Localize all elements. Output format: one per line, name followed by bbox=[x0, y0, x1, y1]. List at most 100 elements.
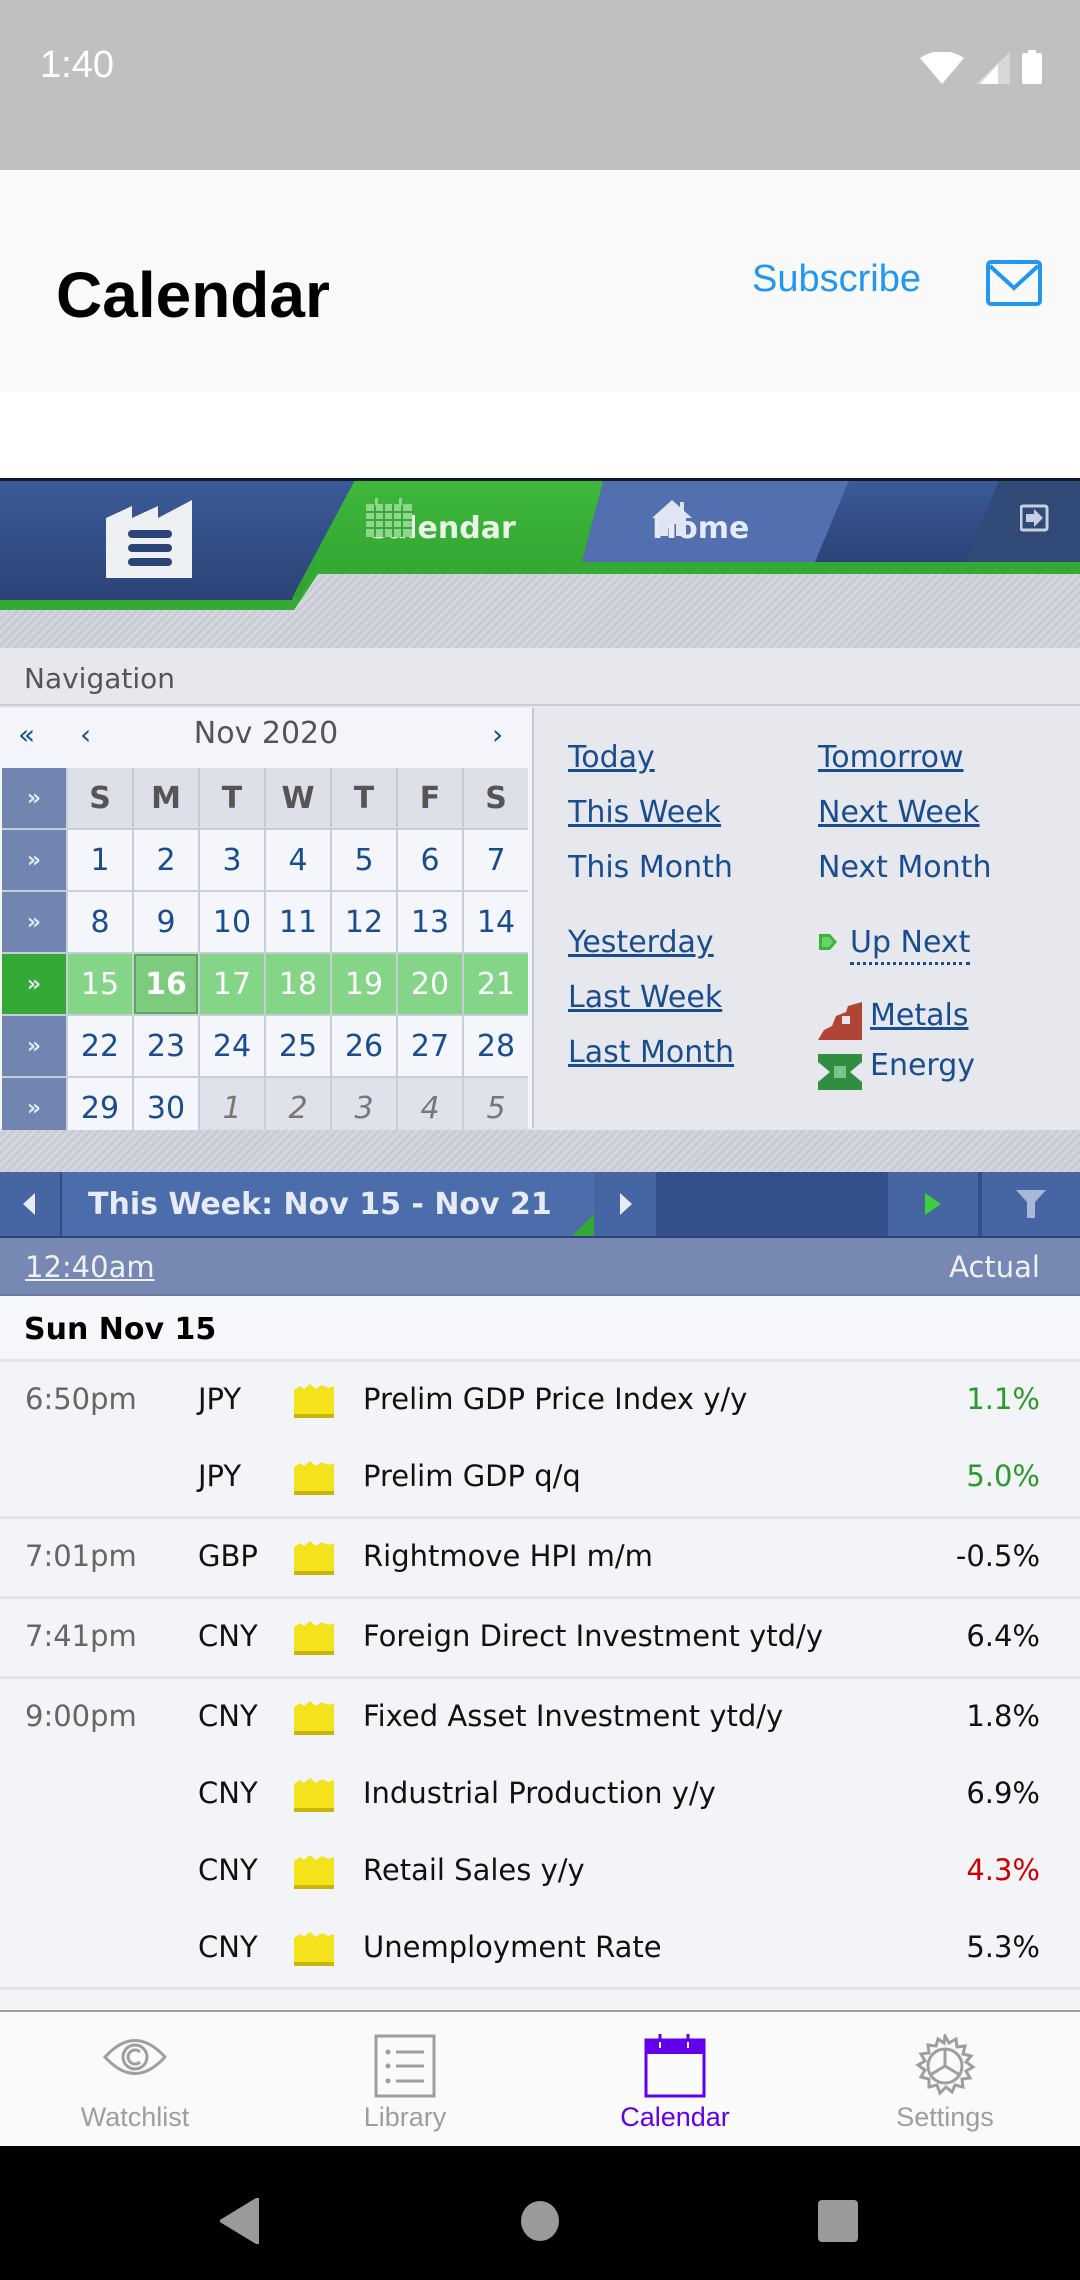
link-today[interactable]: Today bbox=[568, 740, 655, 775]
calendar-day[interactable]: 2 bbox=[266, 1078, 330, 1138]
calendar-day[interactable]: 11 bbox=[266, 892, 330, 952]
week-select-button[interactable]: » bbox=[2, 954, 66, 1014]
event-time: 6:50pm bbox=[25, 1382, 137, 1416]
calendar-day[interactable]: 19 bbox=[332, 954, 396, 1014]
prev-month-button[interactable]: ‹ bbox=[80, 718, 91, 751]
battery-icon bbox=[1022, 50, 1042, 84]
event-group: 11:30pmJPYRevised Industrial Production … bbox=[0, 1990, 1080, 2010]
system-nav-bar bbox=[0, 2146, 1080, 2280]
event-row[interactable]: 11:30pmJPYRevised Industrial Production … bbox=[0, 1990, 1080, 2010]
week-select-button[interactable]: » bbox=[2, 1016, 66, 1076]
event-row[interactable]: CNY Retail Sales y/y 4.3% bbox=[0, 1833, 1080, 1910]
subscribe-button[interactable]: Subscribe bbox=[752, 258, 921, 301]
current-time-link[interactable]: 12:40am bbox=[25, 1250, 155, 1284]
calendar-day[interactable]: 5 bbox=[332, 830, 396, 890]
event-actual-value: 1.8% bbox=[966, 1699, 1040, 1733]
calendar-day[interactable]: 3 bbox=[332, 1078, 396, 1138]
up-next-button[interactable] bbox=[888, 1172, 980, 1236]
calendar-day[interactable]: 7 bbox=[464, 830, 528, 890]
back-icon[interactable] bbox=[220, 2198, 260, 2244]
calendar-day[interactable]: 28 bbox=[464, 1016, 528, 1076]
calendar-day[interactable]: 17 bbox=[200, 954, 264, 1014]
event-actual-value: 1.1% bbox=[966, 1382, 1040, 1416]
navigation-panel: Navigation Nov 2020 « ‹ › » S M T W T F S» 1 2 3 4 5… bbox=[0, 648, 1080, 1138]
filter-button[interactable] bbox=[982, 1172, 1080, 1236]
calendar-day-today[interactable]: 16 bbox=[134, 954, 198, 1014]
nav-watchlist[interactable]: Watchlist bbox=[0, 2012, 270, 2146]
link-last-week[interactable]: Last Week bbox=[568, 980, 722, 1015]
event-row[interactable]: 7:41pm CNY Foreign Direct Investment ytd/y… bbox=[0, 1599, 1080, 1676]
calendar-day[interactable]: 30 bbox=[134, 1078, 198, 1138]
house-icon bbox=[652, 500, 692, 536]
link-next-month[interactable]: Next Month bbox=[818, 850, 991, 885]
calendar-day[interactable]: 4 bbox=[398, 1078, 462, 1138]
weekday-header: T bbox=[332, 768, 396, 828]
calendar-day[interactable]: 10 bbox=[200, 892, 264, 952]
link-last-month[interactable]: Last Month bbox=[568, 1035, 734, 1070]
link-tomorrow[interactable]: Tomorrow bbox=[818, 740, 964, 775]
calendar-day[interactable]: 25 bbox=[266, 1016, 330, 1076]
event-row[interactable]: 9:00pm CNY Fixed Asset Investment ytd/y 1.8… bbox=[0, 1679, 1080, 1756]
tab-home[interactable]: Home bbox=[652, 498, 749, 558]
calendar-day[interactable]: 1 bbox=[68, 830, 132, 890]
event-row[interactable]: 7:01pm GBP Rightmove HPI m/m -0.5% bbox=[0, 1519, 1080, 1596]
calendar-day[interactable]: 4 bbox=[266, 830, 330, 890]
calendar-day[interactable]: 13 bbox=[398, 892, 462, 952]
calendar-day[interactable]: 29 bbox=[68, 1078, 132, 1138]
calendar-day[interactable]: 12 bbox=[332, 892, 396, 952]
calendar-day[interactable]: 20 bbox=[398, 954, 462, 1014]
link-metals[interactable]: Metals bbox=[870, 998, 968, 1033]
triangle-left-icon bbox=[23, 1193, 35, 1215]
low-impact-folder-icon bbox=[294, 1461, 334, 1495]
calendar-day[interactable]: 14 bbox=[464, 892, 528, 952]
calendar-day[interactable]: 21 bbox=[464, 954, 528, 1014]
calendar-day[interactable]: 1 bbox=[200, 1078, 264, 1138]
event-row[interactable]: 6:50pm JPY Prelim GDP Price Index y/y 1.1% bbox=[0, 1362, 1080, 1439]
link-this-month[interactable]: This Month bbox=[568, 850, 733, 885]
nav-library[interactable]: Library bbox=[270, 2012, 540, 2146]
week-select-button[interactable]: » bbox=[2, 830, 66, 890]
next-month-button[interactable]: › bbox=[492, 718, 503, 751]
link-this-week[interactable]: This Week bbox=[568, 795, 721, 830]
link-energy[interactable]: Energy bbox=[870, 1048, 975, 1083]
calendar-day[interactable]: 6 bbox=[398, 830, 462, 890]
calendar-day[interactable]: 27 bbox=[398, 1016, 462, 1076]
factory-menu-icon bbox=[106, 500, 192, 578]
event-name: Fixed Asset Investment ytd/y bbox=[363, 1699, 784, 1733]
next-week-button[interactable] bbox=[594, 1172, 656, 1236]
calendar-day[interactable]: 15 bbox=[68, 954, 132, 1014]
recents-icon[interactable] bbox=[818, 2200, 858, 2242]
calendar-day[interactable]: 2 bbox=[134, 830, 198, 890]
first-month-button[interactable]: « bbox=[18, 718, 35, 751]
triangle-right-icon bbox=[620, 1193, 632, 1215]
mail-icon[interactable] bbox=[986, 260, 1042, 306]
calendar-day[interactable]: 18 bbox=[266, 954, 330, 1014]
event-currency: CNY bbox=[198, 1776, 258, 1810]
link-next-week[interactable]: Next Week bbox=[818, 795, 980, 830]
link-up-next[interactable]: Up Next bbox=[850, 925, 971, 965]
nav-settings[interactable]: Settings bbox=[810, 2012, 1080, 2146]
calendar-day[interactable]: 22 bbox=[68, 1016, 132, 1076]
event-currency: GBP bbox=[198, 1539, 258, 1573]
calendar-day[interactable]: 3 bbox=[200, 830, 264, 890]
calendar-day[interactable]: 26 bbox=[332, 1016, 396, 1076]
event-row[interactable]: CNY Industrial Production y/y 6.9% bbox=[0, 1756, 1080, 1833]
low-impact-folder-icon bbox=[294, 1621, 334, 1655]
week-select-button[interactable]: » bbox=[2, 892, 66, 952]
event-row[interactable]: JPY Prelim GDP q/q 5.0% bbox=[0, 1439, 1080, 1516]
calendar-day[interactable]: 5 bbox=[464, 1078, 528, 1138]
home-icon[interactable] bbox=[520, 2200, 560, 2242]
expand-all-weeks-button[interactable]: » bbox=[2, 768, 66, 828]
prev-week-button[interactable] bbox=[0, 1172, 62, 1236]
calendar-day[interactable]: 9 bbox=[134, 892, 198, 952]
week-select-button[interactable]: » bbox=[2, 1078, 66, 1138]
calendar-day[interactable]: 24 bbox=[200, 1016, 264, 1076]
event-group: 7:01pm GBP Rightmove HPI m/m -0.5% bbox=[0, 1519, 1080, 1599]
link-yesterday[interactable]: Yesterday bbox=[568, 925, 714, 960]
calendar-day[interactable]: 23 bbox=[134, 1016, 198, 1076]
nav-calendar[interactable]: Calendar bbox=[540, 2012, 810, 2146]
calendar-day[interactable]: 8 bbox=[68, 892, 132, 952]
tab-calendar[interactable]: Calendar bbox=[365, 498, 516, 558]
events-list[interactable]: Sun Nov 15 6:50pm JPY Prelim GDP Price Ind… bbox=[0, 1296, 1080, 2010]
event-row[interactable]: CNY Unemployment Rate 5.3% bbox=[0, 1910, 1080, 1987]
